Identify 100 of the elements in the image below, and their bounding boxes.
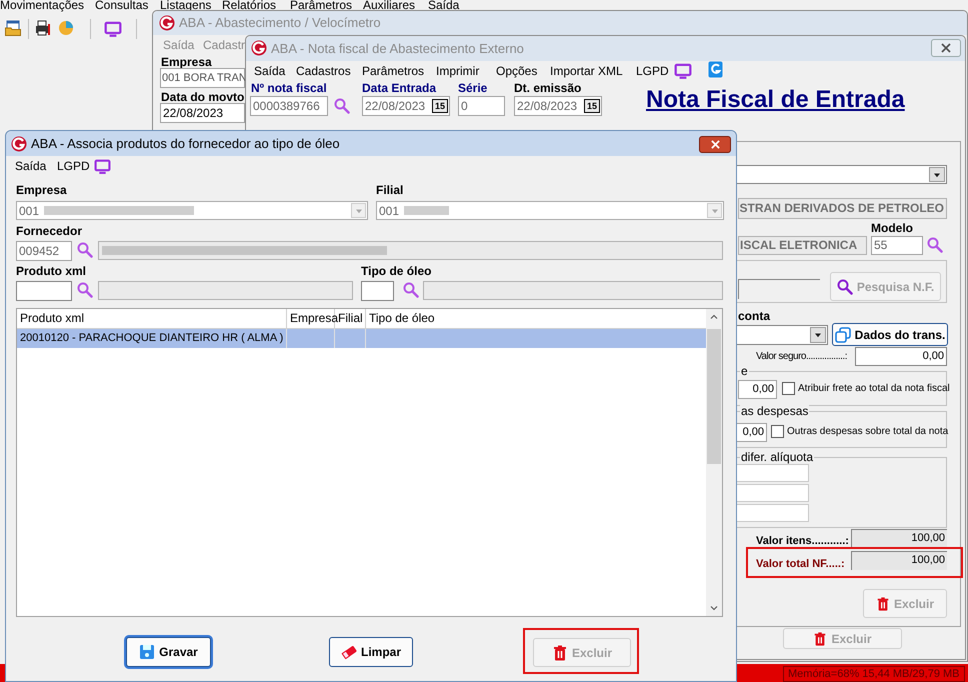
window-title: ABA - Nota fiscal de Abastecimento Externo — [271, 41, 524, 57]
close-button[interactable] — [699, 136, 731, 153]
dropdown-arrow-icon — [354, 208, 362, 214]
document-type-field: ISCAL ELETRONICA — [738, 236, 867, 255]
menu-item[interactable]: Cadastros — [296, 64, 351, 78]
field-label: Filial — [376, 183, 404, 197]
save-icon — [139, 644, 156, 660]
column-header[interactable]: Produto xml — [17, 309, 287, 328]
input-field[interactable]: 0000389766 — [250, 96, 328, 116]
trash-icon — [876, 596, 890, 612]
menu-item[interactable]: Importar XML — [550, 64, 623, 78]
transport-data-button[interactable]: Dados do trans. — [832, 323, 948, 346]
redacted-text — [404, 206, 450, 215]
app-logo-icon — [11, 136, 27, 152]
scroll-down-icon[interactable] — [710, 605, 718, 611]
menu-item[interactable]: LGPD — [57, 159, 90, 173]
table-row[interactable]: 20010120 - PARACHOQUE DIANTEIRO HR ( ALMA ) — [17, 329, 707, 348]
checkbox-label: Outras despesas sobre total da nota — [787, 425, 948, 438]
value-field[interactable]: 0,00 — [855, 347, 947, 366]
copy-icon — [834, 326, 851, 342]
menu-item[interactable]: Saída — [428, 0, 460, 12]
monitor-icon[interactable] — [104, 21, 122, 37]
menu-item[interactable]: Listagens — [160, 0, 212, 12]
menu-item[interactable]: Saída — [15, 159, 46, 173]
group-label: difer. alíquota — [740, 450, 814, 464]
logo-icon[interactable] — [708, 61, 723, 78]
close-icon — [710, 140, 720, 149]
menu-item[interactable]: Imprimir — [436, 64, 480, 78]
group-label: as despesas — [740, 404, 810, 418]
window-title: ABA - Associa produtos do fornecedor ao tipo de óleo — [31, 136, 340, 152]
field-label: Nº nota fiscal — [251, 81, 327, 95]
field-label: Valor itens...........: — [756, 535, 849, 548]
menu-item[interactable]: Parâmetros — [290, 0, 352, 12]
memory-status: Memória=68% 15,44 MB/29,79 MB — [783, 666, 965, 682]
value-field: 100,00 — [851, 529, 947, 548]
field-label: Produto xml — [16, 264, 86, 278]
field-label: conta — [738, 309, 770, 323]
field-label: Valor total NF.....: — [756, 558, 845, 571]
monitor-icon[interactable] — [94, 159, 111, 174]
menu-item[interactable]: LGPD — [636, 64, 669, 78]
input-field[interactable] — [361, 281, 394, 301]
dropdown-arrow-icon — [710, 208, 718, 214]
window-title: ABA - Abastecimento / Velocímetro — [179, 15, 381, 31]
save-button[interactable]: Gravar — [126, 637, 211, 667]
clear-button[interactable]: Limpar — [329, 637, 413, 667]
menu-item[interactable]: Saída — [254, 64, 286, 78]
search-icon[interactable] — [77, 242, 93, 258]
menu-item[interactable]: Consultas — [95, 0, 148, 12]
menu-item[interactable]: Relatórios — [222, 0, 276, 12]
close-icon — [941, 43, 951, 53]
value-field: 100,00 — [851, 551, 947, 570]
field-label: Valor seguro.................: — [756, 350, 847, 363]
dropdown-field[interactable]: 001 — [16, 201, 368, 220]
field-label: Série — [458, 81, 488, 95]
app-logo-icon — [251, 40, 267, 56]
search-icon[interactable] — [403, 282, 419, 298]
field-label: Empresa — [16, 183, 67, 197]
field-label: Dt. emissão — [514, 81, 582, 95]
checkbox[interactable] — [771, 425, 784, 438]
monitor-icon[interactable] — [674, 63, 692, 79]
checkbox-label: Atribuir frete ao total da nota fiscal — [798, 382, 950, 395]
date-field[interactable]: 22/08/2023 15 — [362, 96, 450, 116]
supplier-code-field[interactable]: 009452 — [16, 241, 72, 261]
checkbox[interactable] — [782, 382, 795, 395]
calendar-button[interactable]: 15 — [432, 99, 448, 113]
search-icon[interactable] — [77, 282, 93, 298]
date-field[interactable]: 22/08/2023 15 — [514, 96, 602, 116]
date-field[interactable]: 22/08/2023 — [160, 103, 245, 123]
input-field[interactable] — [16, 281, 72, 301]
close-button[interactable] — [931, 39, 961, 57]
field-label: Data Entrada — [362, 81, 436, 95]
pie-chart-icon[interactable] — [58, 20, 74, 36]
scroll-up-icon[interactable] — [710, 314, 718, 320]
value-field[interactable]: 0,00 — [738, 380, 777, 399]
search-icon[interactable] — [334, 98, 350, 114]
printer-icon[interactable] — [35, 20, 51, 36]
modelo-field[interactable]: 55 — [871, 236, 923, 255]
field-label: Empresa — [161, 55, 212, 69]
field-label: Tipo de óleo — [361, 264, 432, 278]
table-cell: 20010120 - PARACHOQUE DIANTEIRO HR ( ALMA ) — [17, 329, 287, 348]
dropdown-field[interactable]: 001 — [376, 201, 724, 220]
dropdown-arrow-icon — [933, 172, 941, 178]
search-icon[interactable] — [927, 237, 943, 253]
field-label: Fornecedor — [16, 224, 82, 238]
scrollbar-thumb[interactable] — [707, 329, 721, 464]
menu-item[interactable]: Parâmetros — [362, 64, 424, 78]
input-field[interactable]: 0 — [458, 96, 505, 116]
folder-window-icon[interactable] — [5, 20, 21, 36]
page-heading: Nota Fiscal de Entrada — [646, 86, 905, 114]
trash-icon — [813, 630, 828, 646]
field-label: Modelo — [871, 221, 913, 235]
calendar-button[interactable]: 15 — [584, 99, 600, 113]
field-label: Data do movto — [161, 90, 244, 104]
app-logo-icon — [159, 15, 175, 31]
fornecedor-field: STRAN DERIVADOS DE PETROLEO — [738, 198, 947, 219]
menu-item[interactable]: Opções — [496, 64, 538, 78]
search-icon — [836, 278, 853, 294]
menu-item[interactable]: Movimentações — [0, 0, 84, 12]
trash-icon — [552, 644, 568, 660]
menu-item[interactable]: Auxiliares — [363, 0, 416, 12]
